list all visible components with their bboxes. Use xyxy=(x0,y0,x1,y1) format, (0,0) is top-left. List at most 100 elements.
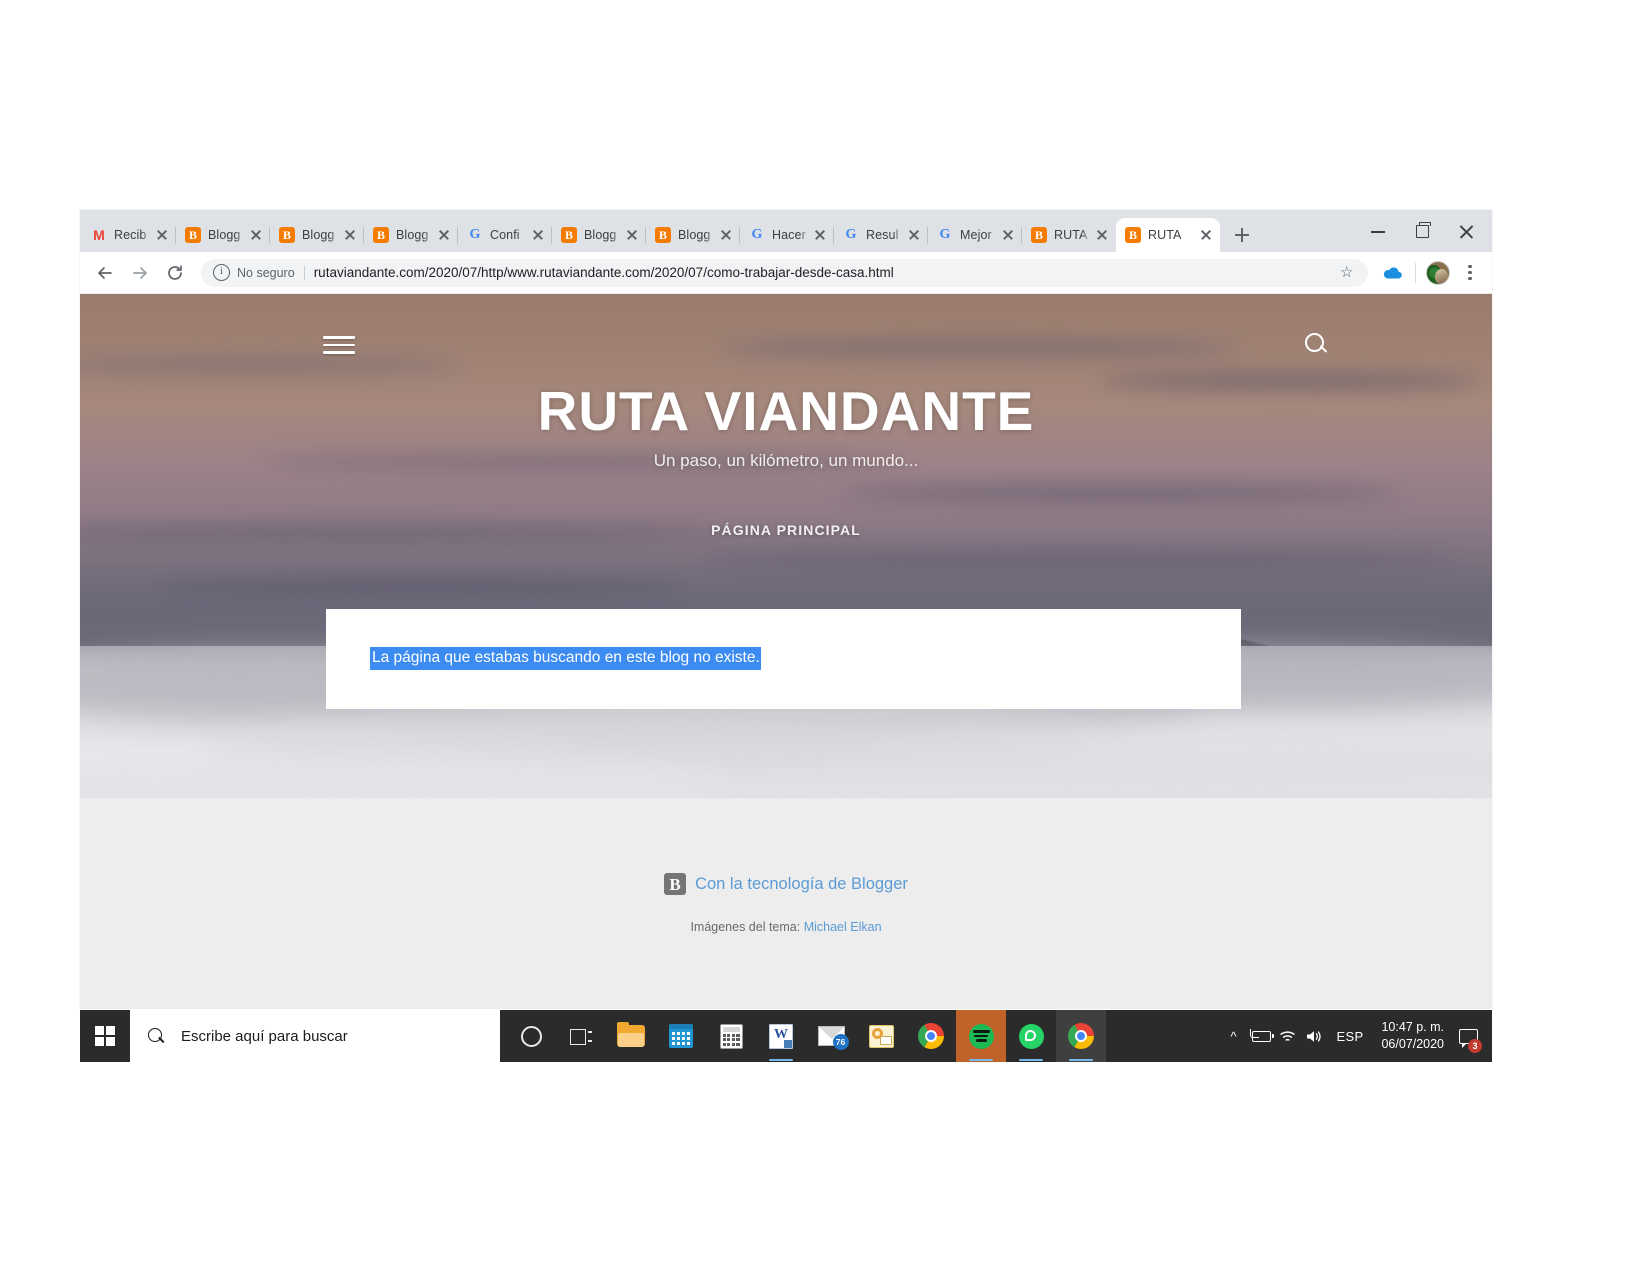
avatar[interactable] xyxy=(1426,260,1450,285)
tab-title: Blogg xyxy=(396,228,429,242)
whatsapp-button[interactable] xyxy=(1006,1010,1056,1062)
tab-close-icon[interactable] xyxy=(718,227,734,243)
tab-strip: M Recib B Blogg B Blogg B Blogg G Confi … xyxy=(80,210,1492,252)
clock[interactable]: 10:47 p. m. 06/07/2020 xyxy=(1373,1019,1452,1053)
page-nav: PÁGINA PRINCIPAL xyxy=(80,522,1492,540)
chrome-menu-button[interactable] xyxy=(1458,260,1482,286)
browser-tab[interactable]: G Resul xyxy=(833,218,928,252)
maximize-button[interactable] xyxy=(1400,215,1444,247)
browser-tab[interactable]: B Blogg xyxy=(175,218,270,252)
blogger-icon: B xyxy=(664,873,687,895)
mail-button[interactable]: 76 xyxy=(806,1010,856,1062)
google-icon: G xyxy=(939,227,951,242)
browser-tab[interactable]: B Blogg xyxy=(645,218,740,252)
blogger-icon: B xyxy=(655,227,671,243)
nav-item-pagina-principal[interactable]: PÁGINA PRINCIPAL xyxy=(711,522,861,538)
tab-title: Resul xyxy=(866,228,899,242)
outlook-button[interactable] xyxy=(856,1010,906,1062)
tab-close-icon[interactable] xyxy=(906,227,922,243)
google-icon: G xyxy=(751,227,763,242)
toolbar-right xyxy=(1368,260,1482,286)
calculator-icon xyxy=(719,1023,743,1049)
back-button[interactable] xyxy=(90,258,120,288)
menu-bar-1 xyxy=(323,336,355,339)
browser-tab[interactable]: G Hacer xyxy=(739,218,834,252)
tab-close-icon[interactable] xyxy=(342,227,358,243)
task-view-button[interactable] xyxy=(556,1010,606,1062)
browser-tab-active[interactable]: B RUTA xyxy=(1116,218,1220,252)
url-text: rutaviandante.com/2020/07/http/www.rutav… xyxy=(313,265,894,280)
calendar-button[interactable] xyxy=(656,1010,706,1062)
tab-close-icon[interactable] xyxy=(812,227,828,243)
search-placeholder: Escribe aquí para buscar xyxy=(181,1027,348,1045)
tab-close-icon[interactable] xyxy=(436,227,452,243)
error-message-selected: La página que estabas buscando en este b… xyxy=(370,647,761,670)
notifications-button[interactable]: 3 xyxy=(1452,1010,1484,1062)
browser-tab[interactable]: B Blogg xyxy=(551,218,646,252)
folder-icon xyxy=(617,1022,645,1047)
tab-close-icon[interactable] xyxy=(1000,227,1016,243)
tab-title: Hacer xyxy=(772,228,806,242)
address-bar[interactable]: No seguro rutaviandante.com/2020/07/http… xyxy=(201,258,1368,287)
word-icon: W xyxy=(769,1023,793,1049)
powered-by-blogger-link[interactable]: Con la tecnología de Blogger xyxy=(695,875,908,894)
tab-title: Blogg xyxy=(302,228,335,242)
tab-close-icon[interactable] xyxy=(1198,227,1214,243)
menu-bar-3 xyxy=(323,351,355,354)
close-button[interactable] xyxy=(1444,215,1488,247)
file-explorer-button[interactable] xyxy=(606,1010,656,1062)
taskbar-search-box[interactable]: Escribe aquí para buscar xyxy=(130,1010,500,1062)
outlook-icon xyxy=(868,1024,894,1048)
wifi-icon[interactable] xyxy=(1275,1010,1301,1062)
blogger-icon: B xyxy=(185,227,201,243)
window-controls xyxy=(1356,210,1492,252)
battery-charging-icon[interactable] xyxy=(1249,1010,1275,1062)
calculator-button[interactable] xyxy=(706,1010,756,1062)
browser-tab[interactable]: G Mejor xyxy=(927,218,1022,252)
site-info-icon[interactable] xyxy=(213,264,230,281)
bookmark-star-icon[interactable]: ☆ xyxy=(1340,265,1360,280)
windows-start-button[interactable] xyxy=(80,1010,130,1062)
cortana-button[interactable] xyxy=(506,1010,556,1062)
chrome-icon xyxy=(918,1023,944,1049)
page-footer: B Con la tecnología de Blogger Imágenes … xyxy=(80,798,1492,1009)
word-button[interactable]: W xyxy=(756,1010,806,1062)
tab-title: RUTA xyxy=(1054,228,1088,242)
chrome-active-button[interactable] xyxy=(1056,1010,1106,1062)
google-icon: G xyxy=(469,227,481,242)
language-indicator[interactable]: ESP xyxy=(1327,1029,1374,1044)
tab-title: Blogg xyxy=(584,228,617,242)
forward-button[interactable] xyxy=(125,258,155,288)
blogger-attribution: B Con la tecnología de Blogger xyxy=(80,873,1492,895)
browser-toolbar: No seguro rutaviandante.com/2020/07/http… xyxy=(80,252,1492,294)
spotify-button[interactable] xyxy=(956,1010,1006,1062)
browser-tab[interactable]: B Blogg xyxy=(269,218,364,252)
page-viewport: RUTA VIANDANTE Un paso, un kilómetro, un… xyxy=(80,294,1492,1009)
search-icon[interactable] xyxy=(1302,330,1332,360)
volume-icon[interactable] xyxy=(1301,1010,1327,1062)
show-hidden-icons-button[interactable]: ^ xyxy=(1219,1010,1249,1062)
theme-author-link[interactable]: Michael Elkan xyxy=(804,920,882,934)
browser-tab[interactable]: M Recib xyxy=(82,218,176,252)
tab-close-icon[interactable] xyxy=(624,227,640,243)
chrome-icon xyxy=(1068,1023,1094,1049)
browser-tab[interactable]: B RUTA xyxy=(1021,218,1116,252)
tab-close-icon[interactable] xyxy=(530,227,546,243)
minimize-button[interactable] xyxy=(1356,215,1400,247)
onedrive-icon[interactable] xyxy=(1379,260,1405,286)
blogger-icon: B xyxy=(279,227,295,243)
cortana-icon xyxy=(520,1025,542,1047)
browser-tab[interactable]: G Confi xyxy=(457,218,552,252)
tab-close-icon[interactable] xyxy=(1094,227,1110,243)
windows-logo-icon xyxy=(95,1026,115,1046)
task-view-icon xyxy=(570,1028,592,1045)
tab-title: RUTA xyxy=(1148,228,1182,242)
hamburger-menu[interactable] xyxy=(323,331,355,359)
reload-button[interactable] xyxy=(160,258,190,288)
tab-close-icon[interactable] xyxy=(154,227,170,243)
new-tab-button[interactable] xyxy=(1228,221,1256,249)
chrome-button[interactable] xyxy=(906,1010,956,1062)
tab-close-icon[interactable] xyxy=(248,227,264,243)
menu-bar-2 xyxy=(323,343,355,347)
browser-tab[interactable]: B Blogg xyxy=(363,218,458,252)
